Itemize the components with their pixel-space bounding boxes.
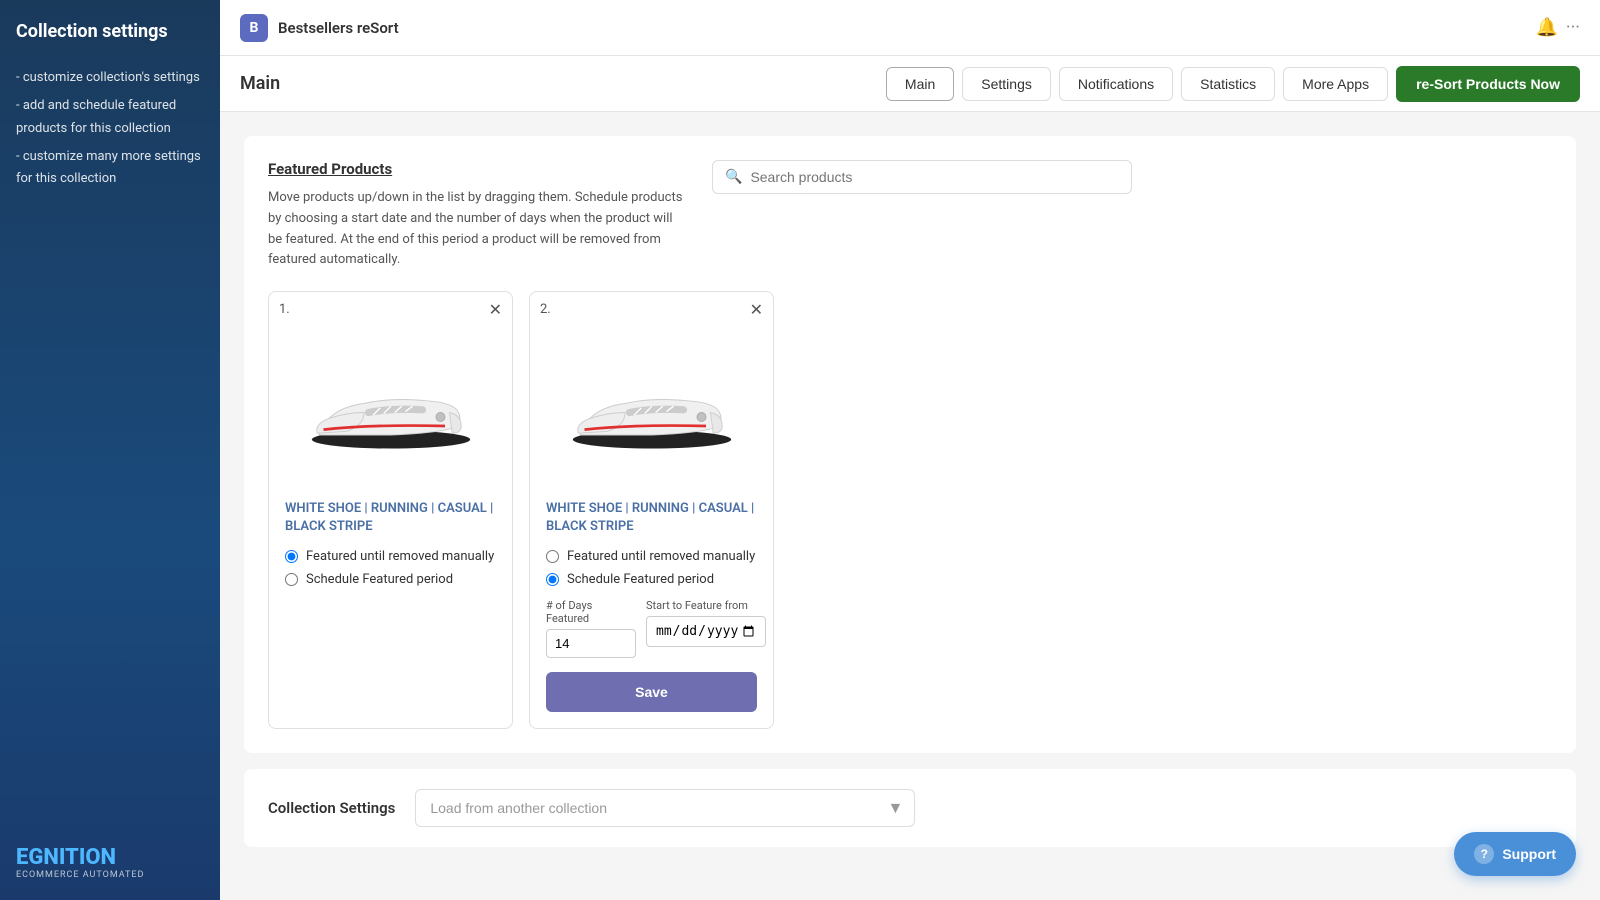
brand-name: EGNITION	[16, 845, 204, 870]
brand-letter-e: E	[16, 845, 28, 870]
radio-schedule-2[interactable]: Schedule Featured period	[546, 572, 757, 587]
tab-statistics[interactable]: Statistics	[1181, 67, 1275, 101]
content-area: Featured Products Move products up/down …	[220, 112, 1600, 900]
days-input[interactable]	[546, 629, 636, 658]
search-box[interactable]: 🔍	[712, 160, 1132, 194]
radio-manual-label-1: Featured until removed manually	[306, 549, 494, 564]
topbar: B Bestsellers reSort 🔔 ···	[220, 0, 1600, 56]
search-icon: 🔍	[725, 169, 742, 185]
product-name-1: WHITE SHOE | RUNNING | CASUAL | BLACK ST…	[285, 500, 496, 536]
nav-area: Main Main Settings Notifications Statist…	[220, 56, 1600, 112]
sidebar-item-2: - add and schedule featured products for…	[16, 95, 204, 139]
brand-area: EGNITION ECOMMERCE AUTOMATED	[16, 845, 204, 880]
featured-products-section: Featured Products Move products up/down …	[244, 136, 1576, 753]
radio-schedule-label-1: Schedule Featured period	[306, 572, 453, 587]
product-card-2: 2. ✕	[529, 291, 774, 728]
card-close-1[interactable]: ✕	[489, 300, 502, 319]
sidebar-item-1: - customize collection's settings	[16, 67, 204, 89]
tab-more-apps[interactable]: More Apps	[1283, 67, 1388, 101]
radio-schedule-label-2: Schedule Featured period	[567, 572, 714, 587]
radio-manual-1[interactable]: Featured until removed manually	[285, 549, 496, 564]
section-info: Featured Products Move products up/down …	[268, 160, 688, 271]
support-icon: ?	[1474, 844, 1494, 864]
sidebar: Collection settings - customize collecti…	[0, 0, 220, 900]
card-number-2: 2.	[540, 302, 551, 317]
card-number-1: 1.	[279, 302, 290, 317]
shoe-svg-2	[562, 358, 742, 458]
support-label: Support	[1502, 846, 1556, 862]
tab-main[interactable]: Main	[886, 67, 954, 101]
days-label: # of Days Featured	[546, 599, 636, 625]
product-card-1: 1. ✕	[268, 291, 513, 728]
collection-select[interactable]: Load from another collection	[415, 789, 915, 827]
more-icon[interactable]: ···	[1566, 17, 1580, 38]
save-button[interactable]: Save	[546, 672, 757, 712]
card-close-2[interactable]: ✕	[750, 300, 763, 319]
sidebar-title: Collection settings	[16, 20, 204, 43]
collection-select-wrap: Load from another collection ▼	[415, 789, 915, 827]
radio-manual-input-1[interactable]	[285, 550, 298, 563]
radio-manual-2[interactable]: Featured until removed manually	[546, 549, 757, 564]
support-button[interactable]: ? Support	[1454, 832, 1576, 876]
tab-notifications[interactable]: Notifications	[1059, 67, 1173, 101]
date-field-group: Start to Feature from	[646, 599, 766, 647]
sidebar-content: - customize collection's settings - add …	[16, 67, 204, 189]
page-title: Main	[240, 73, 280, 94]
bell-icon[interactable]: 🔔	[1535, 17, 1557, 38]
date-input[interactable]	[646, 616, 766, 647]
products-grid: 1. ✕	[268, 291, 1552, 728]
product-image-2	[546, 328, 757, 488]
brand-letter-rest: GNITION	[28, 845, 116, 870]
product-image-1	[285, 328, 496, 488]
radio-schedule-input-1[interactable]	[285, 573, 298, 586]
radio-group-1: Featured until removed manually Schedule…	[285, 549, 496, 587]
sidebar-item-3: - customize many more settings for this …	[16, 146, 204, 190]
radio-schedule-1[interactable]: Schedule Featured period	[285, 572, 496, 587]
topbar-icons: 🔔 ···	[1535, 17, 1580, 38]
radio-manual-label-2: Featured until removed manually	[567, 549, 755, 564]
tab-settings[interactable]: Settings	[962, 67, 1051, 101]
section-header: Featured Products Move products up/down …	[268, 160, 1552, 271]
app-name: Bestsellers reSort	[278, 19, 1525, 37]
days-field-group: # of Days Featured	[546, 599, 636, 658]
search-input[interactable]	[750, 169, 1119, 185]
schedule-fields: # of Days Featured Start to Feature from	[546, 599, 757, 658]
app-icon: B	[240, 14, 268, 42]
resort-button[interactable]: re-Sort Products Now	[1396, 66, 1580, 102]
section-title: Featured Products	[268, 160, 688, 178]
date-label: Start to Feature from	[646, 599, 766, 612]
shoe-svg-1	[301, 358, 481, 458]
support-question-mark: ?	[1481, 847, 1488, 861]
collection-settings-label: Collection Settings	[268, 799, 395, 817]
radio-manual-input-2[interactable]	[546, 550, 559, 563]
brand-subtitle: ECOMMERCE AUTOMATED	[16, 870, 204, 880]
section-description: Move products up/down in the list by dra…	[268, 188, 688, 271]
collection-settings-section: Collection Settings Load from another co…	[244, 769, 1576, 847]
radio-group-2: Featured until removed manually Schedule…	[546, 549, 757, 587]
radio-schedule-input-2[interactable]	[546, 573, 559, 586]
main-area: B Bestsellers reSort 🔔 ··· Main Main Set…	[220, 0, 1600, 900]
product-name-2: WHITE SHOE | RUNNING | CASUAL | BLACK ST…	[546, 500, 757, 536]
